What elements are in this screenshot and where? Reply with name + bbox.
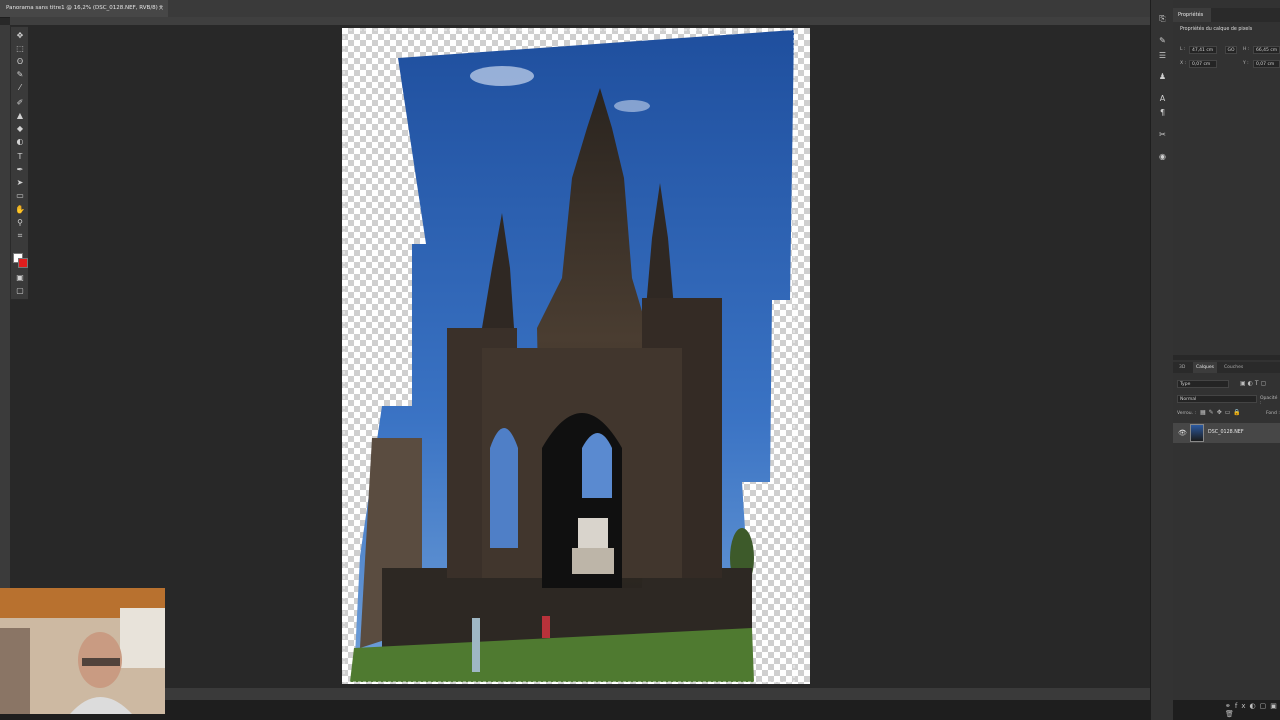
- y-field[interactable]: 0,07 cm: [1253, 60, 1280, 68]
- blend-mode-select[interactable]: Normal: [1177, 395, 1257, 403]
- paragraph-mark-icon[interactable]: ¶: [1157, 108, 1168, 118]
- layer-filter-select[interactable]: Type: [1177, 380, 1229, 388]
- lock-label: Verrou. :: [1177, 411, 1197, 416]
- layers-action-icons[interactable]: ⚭fx◐▢▣🗑: [1225, 702, 1280, 718]
- width-field[interactable]: 47,41 cm: [1189, 46, 1217, 54]
- opacity-label: Opacité :: [1260, 396, 1278, 406]
- history-icon[interactable]: ⎘: [1157, 14, 1168, 24]
- zoom-icon[interactable]: ⚲: [14, 217, 26, 228]
- eyedropper-icon[interactable]: ⁄: [14, 82, 26, 93]
- move-icon[interactable]: ✥: [14, 30, 26, 41]
- gradient-icon[interactable]: ◐: [14, 136, 26, 147]
- tab-channels[interactable]: Couches: [1224, 362, 1243, 373]
- quick-select-icon[interactable]: ✎: [14, 69, 26, 80]
- horizontal-ruler: [10, 17, 1150, 25]
- screen-mode-icon[interactable]: ▢: [14, 285, 26, 296]
- layer-thumbnail[interactable]: [1190, 424, 1204, 442]
- layer-name[interactable]: DSC_0128.NEF: [1208, 430, 1244, 435]
- webcam-overlay: [0, 588, 165, 714]
- document-tab-title: Panorama sans titre1 @ 16,2% (DSC_0128.N…: [6, 5, 163, 11]
- eraser-icon[interactable]: ◆: [14, 123, 26, 134]
- character-icon[interactable]: ♟: [1157, 72, 1168, 82]
- marquee-icon[interactable]: ⬚: [14, 43, 26, 54]
- background-color-swatch[interactable]: [18, 258, 28, 268]
- tools-panel: ✥ ⬚ ʘ ✎ ⁄ ✐ ▲ ◆ ◐ T ✒ ➤ ▭ ✋ ⚲ ⌗ ▣ ▢: [10, 26, 30, 300]
- brush-settings-icon[interactable]: ✎: [1157, 36, 1168, 46]
- document-tab[interactable]: Panorama sans titre1 @ 16,2% (DSC_0128.N…: [0, 0, 168, 17]
- taskbar-strip: [0, 700, 1280, 720]
- layer-visibility-icon[interactable]: 👁: [1178, 429, 1187, 437]
- brush-icon[interactable]: ✐: [14, 97, 26, 108]
- panorama-image[interactable]: [342, 28, 810, 684]
- vertical-ruler: [0, 25, 10, 590]
- lasso-icon[interactable]: ʘ: [14, 56, 26, 67]
- x-field[interactable]: 0,07 cm: [1189, 60, 1217, 68]
- y-label: Y :: [1243, 61, 1249, 66]
- close-tab-icon[interactable]: ×: [158, 0, 164, 17]
- adjustments-icon[interactable]: ☰: [1157, 51, 1168, 61]
- link-dimensions-button[interactable]: GO: [1225, 46, 1237, 54]
- status-bar: [0, 688, 1150, 700]
- quick-mask-icon[interactable]: ▣: [14, 272, 26, 283]
- paragraph-icon[interactable]: A: [1157, 94, 1168, 104]
- lock-icons[interactable]: ▦✎✥▭🔒: [1200, 409, 1244, 416]
- panel-icon-column: ⎘ ✎ ☰ ♟ A ¶ ✂ ◉: [1150, 0, 1173, 720]
- properties-section-title: Propriétés du calque de pixels: [1180, 27, 1253, 32]
- tab-layers[interactable]: Calques: [1193, 362, 1217, 373]
- hand-icon[interactable]: ✋: [14, 204, 26, 215]
- stamp-icon[interactable]: ▲: [14, 110, 26, 121]
- text-icon[interactable]: T: [14, 151, 26, 162]
- tools-preset-icon[interactable]: ✂: [1157, 130, 1168, 140]
- tab-3d[interactable]: 3D: [1179, 362, 1185, 373]
- tab-properties[interactable]: Propriétés: [1173, 8, 1211, 22]
- path-select-icon[interactable]: ➤: [14, 177, 26, 188]
- width-label: L :: [1180, 47, 1186, 52]
- height-field[interactable]: 66,45 cm: [1253, 46, 1280, 54]
- layer-filter-icons[interactable]: ▣◐T▢: [1240, 380, 1268, 387]
- crop-icon[interactable]: ⌗: [14, 230, 26, 241]
- fill-label: Fond :: [1266, 411, 1280, 416]
- x-label: X :: [1180, 61, 1187, 66]
- shape-icon[interactable]: ▭: [14, 190, 26, 201]
- pen-icon[interactable]: ✒: [14, 164, 26, 175]
- height-label: H :: [1243, 47, 1250, 52]
- 3d-icon[interactable]: ◉: [1157, 152, 1168, 162]
- document-tab-bar: [0, 0, 1150, 18]
